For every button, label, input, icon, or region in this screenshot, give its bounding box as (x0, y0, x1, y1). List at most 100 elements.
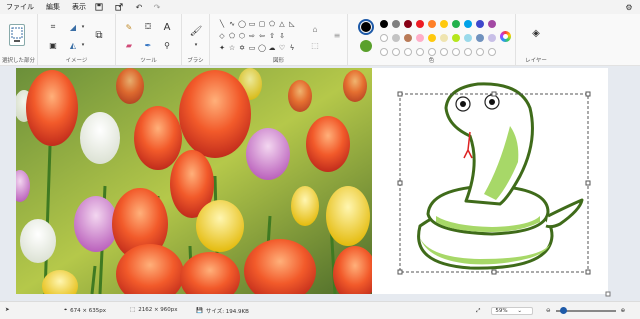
canvas-area[interactable] (0, 66, 640, 301)
redo-icon[interactable]: ↷ (150, 0, 164, 14)
custom-color-swatch[interactable] (476, 48, 484, 56)
undo-icon[interactable]: ↶ (132, 0, 146, 14)
down-arrow-shape-icon[interactable]: ⇩ (278, 32, 286, 40)
file-size-value: サイズ: 194.9KB (205, 309, 249, 315)
custom-color-swatch[interactable] (488, 48, 496, 56)
color2-selector[interactable] (360, 40, 372, 52)
tulip-white (20, 219, 56, 263)
color-swatch[interactable] (452, 34, 460, 42)
line-shape-icon[interactable]: ╲ (218, 20, 226, 28)
brush-dropdown-icon[interactable]: ▾ (191, 40, 201, 50)
image-group-label: イメージ (65, 58, 88, 64)
color-swatch[interactable] (440, 34, 448, 42)
selection-tool-button[interactable] (9, 24, 25, 46)
polygon-shape-icon[interactable]: ⬠ (268, 20, 276, 28)
left-arrow-shape-icon[interactable]: ⇦ (258, 32, 266, 40)
cloud-shape-icon[interactable]: ☁ (268, 44, 276, 52)
size-icon[interactable]: ≡ (332, 30, 342, 40)
rotate-dropdown-icon[interactable]: ▾ (78, 22, 88, 32)
color-swatch[interactable] (476, 20, 484, 28)
color-swatch[interactable] (488, 34, 496, 42)
hexagon-shape-icon[interactable]: ⬡ (238, 32, 246, 40)
color-swatch[interactable] (452, 20, 460, 28)
eraser-icon[interactable]: ▰ (124, 40, 134, 50)
color-swatch[interactable] (404, 34, 412, 42)
callout-rect-shape-icon[interactable]: ▭ (248, 44, 256, 52)
diamond-shape-icon[interactable]: ◇ (218, 32, 226, 40)
save-icon[interactable] (92, 0, 106, 14)
color-swatch[interactable] (416, 34, 424, 42)
triangle-shape-icon[interactable]: △ (278, 20, 286, 28)
color-swatch[interactable] (404, 20, 412, 28)
zoom-slider[interactable] (555, 307, 616, 314)
color-swatch[interactable] (440, 20, 448, 28)
menu-view[interactable]: 表示 (66, 0, 92, 14)
curve-shape-icon[interactable]: ∿ (228, 20, 236, 28)
resize-icon[interactable]: ▣ (48, 40, 58, 50)
color-swatch[interactable] (392, 34, 400, 42)
color-swatch[interactable] (476, 34, 484, 42)
text-icon[interactable]: A (162, 22, 172, 33)
fit-to-window-icon[interactable]: ⤢ (476, 308, 480, 315)
magnifier-icon[interactable]: ⚲ (162, 40, 172, 50)
color-swatch[interactable] (392, 20, 400, 28)
selection-size-icon: ⬚ (130, 307, 136, 313)
up-arrow-shape-icon[interactable]: ⇧ (268, 32, 276, 40)
color-swatch[interactable] (428, 34, 436, 42)
five-point-star-shape-icon[interactable]: ☆ (228, 44, 236, 52)
menu-file[interactable]: ファイル (0, 0, 40, 14)
zoom-in-icon[interactable]: ⊕ (621, 308, 626, 314)
pencil-icon[interactable]: ✎ (124, 22, 134, 32)
menu-edit[interactable]: 編集 (40, 0, 66, 14)
color-swatch[interactable] (380, 34, 388, 42)
color1-selector[interactable] (358, 19, 374, 35)
custom-color-swatch[interactable] (440, 48, 448, 56)
six-point-star-shape-icon[interactable]: ✡ (238, 44, 246, 52)
zoom-out-icon[interactable]: ⊖ (546, 308, 551, 314)
heart-shape-icon[interactable]: ♡ (278, 44, 286, 52)
callout-oval-shape-icon[interactable]: ◯ (258, 44, 266, 52)
custom-color-swatch[interactable] (464, 48, 472, 56)
custom-color-swatch[interactable] (452, 48, 460, 56)
four-point-star-shape-icon[interactable]: ✦ (218, 44, 226, 52)
flip-icon[interactable]: ◭ (68, 40, 78, 50)
fill-dropdown-icon[interactable]: ⬚ (310, 40, 320, 50)
custom-color-swatch[interactable] (428, 48, 436, 56)
flip-dropdown-icon[interactable]: ▾ (78, 40, 88, 50)
color-swatch[interactable] (488, 20, 496, 28)
layers-icon[interactable]: ◈ (531, 28, 541, 39)
custom-color-swatch[interactable] (416, 48, 424, 56)
color-swatch[interactable] (464, 34, 472, 42)
zoom-slider-thumb[interactable] (559, 307, 567, 314)
zoom-select[interactable]: 59% ⌄ (491, 307, 533, 315)
settings-gear-icon[interactable]: ⚙ (622, 0, 636, 14)
pentagon-shape-icon[interactable]: ⬠ (228, 32, 236, 40)
rectangle-shape-icon[interactable]: ▭ (248, 20, 256, 28)
edit-colors-icon[interactable] (500, 31, 511, 42)
color-swatch[interactable] (380, 20, 388, 28)
color-picker-icon[interactable]: ✒ (143, 40, 153, 50)
custom-color-swatch[interactable] (392, 48, 400, 56)
rounded-rectangle-shape-icon[interactable]: ▢ (258, 20, 266, 28)
image-background-icon[interactable]: ⧉ (94, 30, 104, 41)
color-swatch[interactable] (416, 20, 424, 28)
pointer-icon: ➤ (5, 307, 10, 313)
right-triangle-shape-icon[interactable]: ◺ (288, 20, 296, 28)
drawing-canvas[interactable] (0, 66, 640, 301)
color-swatch[interactable] (428, 20, 436, 28)
canvas-resize-handle[interactable] (605, 291, 611, 297)
tulip-red (134, 106, 182, 170)
fill-bucket-icon[interactable]: ⛋ (143, 22, 153, 32)
color-swatch[interactable] (464, 20, 472, 28)
share-icon[interactable] (112, 0, 126, 14)
custom-color-swatch[interactable] (380, 48, 388, 56)
brush-icon[interactable]: 🖌 (190, 26, 203, 37)
crop-icon[interactable]: ⌗ (48, 22, 58, 32)
tulip-pink (74, 196, 118, 252)
outline-dropdown-icon[interactable]: ⌂ (310, 24, 320, 34)
oval-shape-icon[interactable]: ◯ (238, 20, 246, 28)
right-arrow-shape-icon[interactable]: ⇨ (248, 32, 256, 40)
rotate-icon[interactable]: ◢ (68, 22, 78, 32)
custom-color-swatch[interactable] (404, 48, 412, 56)
lightning-shape-icon[interactable]: ϟ (288, 44, 296, 52)
